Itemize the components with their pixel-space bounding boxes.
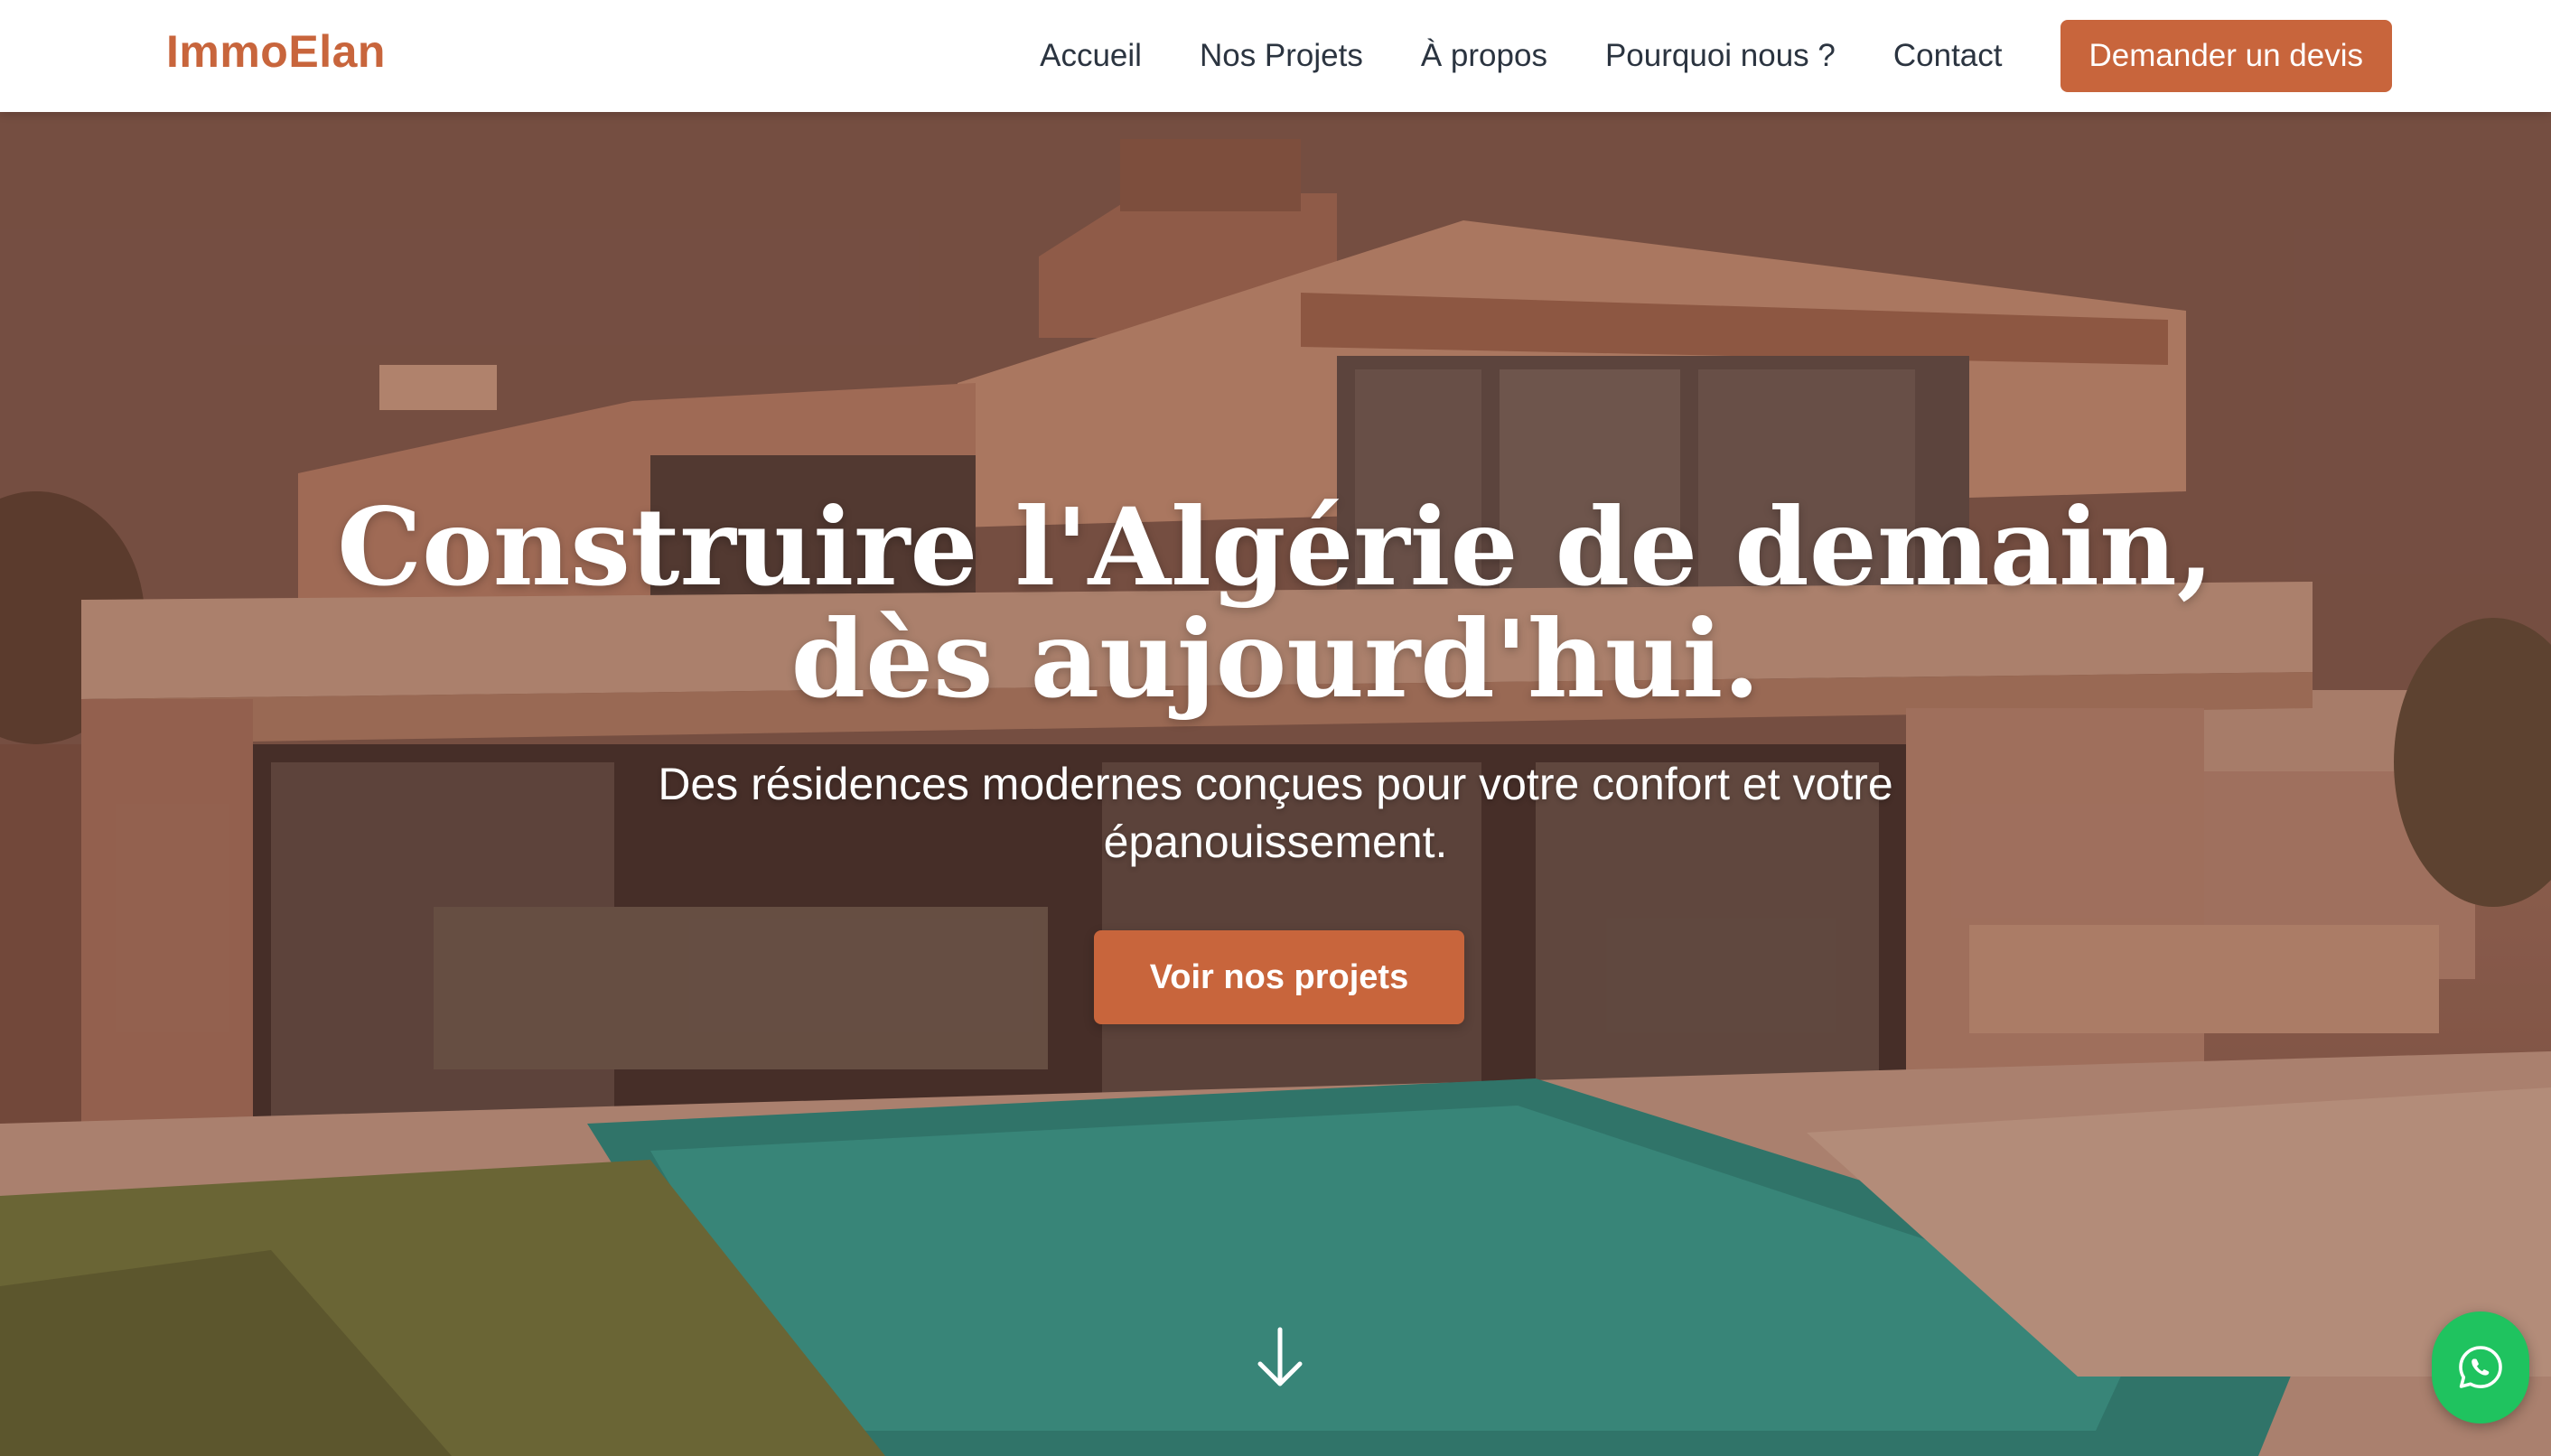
- main-nav: Accueil Nos Projets À propos Pourquoi no…: [982, 0, 2392, 112]
- nav-link-accueil[interactable]: Accueil: [1040, 38, 1142, 74]
- hero-section: Construire l'Algérie de demain, dès aujo…: [0, 112, 2551, 1456]
- brand-logo[interactable]: ImmoElan: [166, 25, 386, 78]
- nav-link-contact[interactable]: Contact: [1893, 38, 2003, 74]
- hero-subtitle: Des résidences modernes conçues pour vot…: [658, 759, 1893, 867]
- hero-title: Construire l'Algérie de demain, dès aujo…: [337, 484, 2214, 722]
- view-projects-button[interactable]: Voir nos projets: [1094, 930, 1464, 1024]
- whatsapp-button[interactable]: [2432, 1311, 2529, 1423]
- nav-link-pourquoi-nous[interactable]: Pourquoi nous ?: [1605, 38, 1836, 74]
- nav-link-nos-projets[interactable]: Nos Projets: [1200, 38, 1363, 74]
- arrow-down-icon[interactable]: [1255, 1326, 1305, 1389]
- top-navbar: ImmoElan Accueil Nos Projets À propos Po…: [0, 0, 2551, 112]
- request-quote-button[interactable]: Demander un devis: [2060, 20, 2392, 92]
- whatsapp-icon: [2459, 1346, 2502, 1388]
- nav-link-a-propos[interactable]: À propos: [1421, 38, 1547, 74]
